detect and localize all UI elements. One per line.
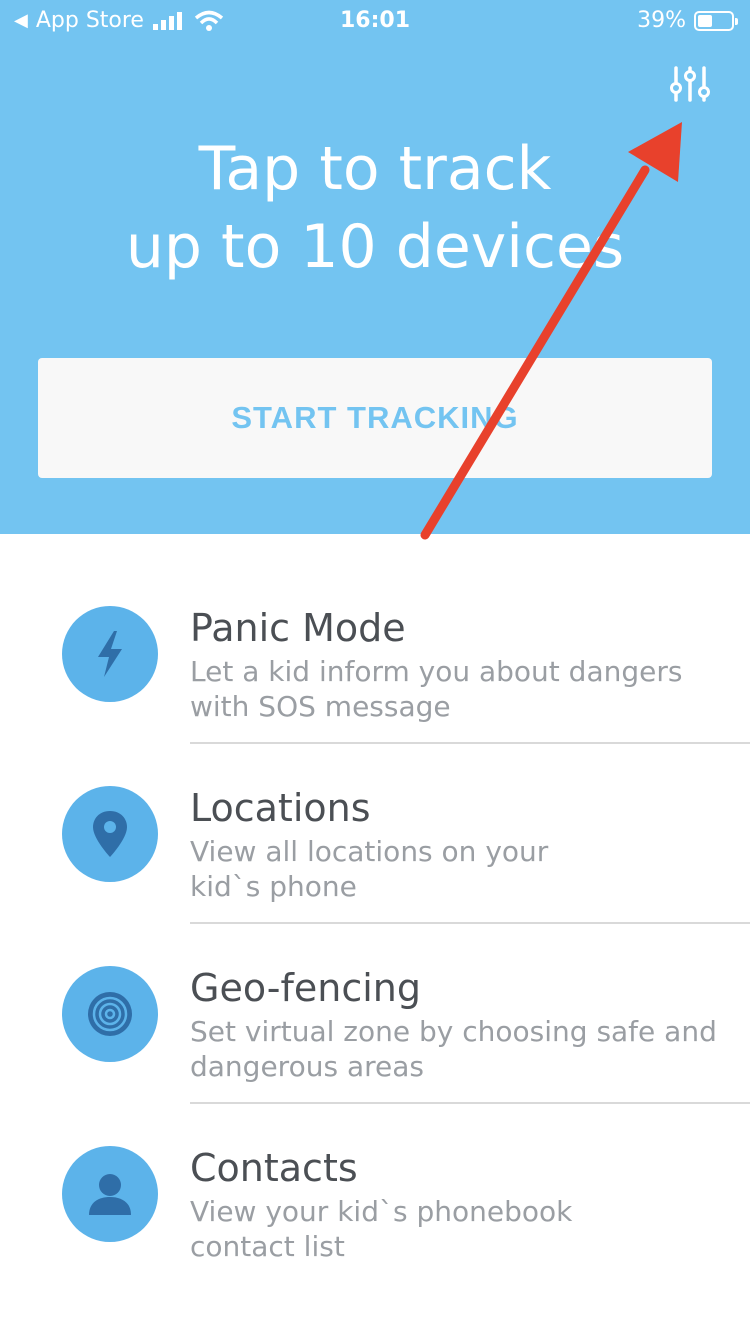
feature-locations[interactable]: Locations View all locations on your kid… (0, 742, 750, 924)
feature-title: Panic Mode (190, 606, 406, 650)
feature-description: Let a kid inform you about dangers with … (190, 654, 730, 724)
battery-status: 39% (637, 8, 738, 33)
feature-description: View all locations on your kid`s phone (190, 834, 730, 904)
description-line: contact list (190, 1230, 345, 1263)
description-line: with SOS message (190, 690, 451, 723)
lightning-icon (62, 606, 158, 702)
headline-line-2: up to 10 devices (125, 212, 625, 282)
header-panel: ◀ App Store 16:01 39% Tap to track up to… (0, 0, 750, 534)
feature-geo-fencing[interactable]: Geo-fencing Set virtual zone by choosing… (0, 922, 750, 1104)
description-line: kid`s phone (190, 870, 357, 903)
feature-description: View your kid`s phonebook contact list (190, 1194, 730, 1264)
page-headline: Tap to track up to 10 devices (0, 130, 750, 286)
description-line: dangerous areas (190, 1050, 424, 1083)
battery-percent: 39% (637, 8, 686, 33)
feature-panic-mode[interactable]: Panic Mode Let a kid inform you about da… (0, 562, 750, 744)
status-bar: ◀ App Store 16:01 39% (0, 0, 750, 42)
description-line: Set virtual zone by choosing safe and (190, 1015, 717, 1048)
feature-description: Set virtual zone by choosing safe and da… (190, 1014, 730, 1084)
battery-icon (694, 10, 738, 31)
target-icon (62, 966, 158, 1062)
person-icon (62, 1146, 158, 1242)
feature-contacts[interactable]: Contacts View your kid`s phonebook conta… (0, 1102, 750, 1282)
sliders-icon[interactable] (668, 64, 712, 104)
feature-title: Contacts (190, 1146, 358, 1190)
description-line: View all locations on your (190, 835, 549, 868)
start-tracking-button[interactable]: START TRACKING (38, 358, 712, 478)
location-pin-icon (62, 786, 158, 882)
feature-title: Locations (190, 786, 371, 830)
description-line: View your kid`s phonebook (190, 1195, 573, 1228)
description-line: Let a kid inform you about dangers (190, 655, 683, 688)
headline-line-1: Tap to track (198, 134, 552, 204)
feature-title: Geo-fencing (190, 966, 421, 1010)
